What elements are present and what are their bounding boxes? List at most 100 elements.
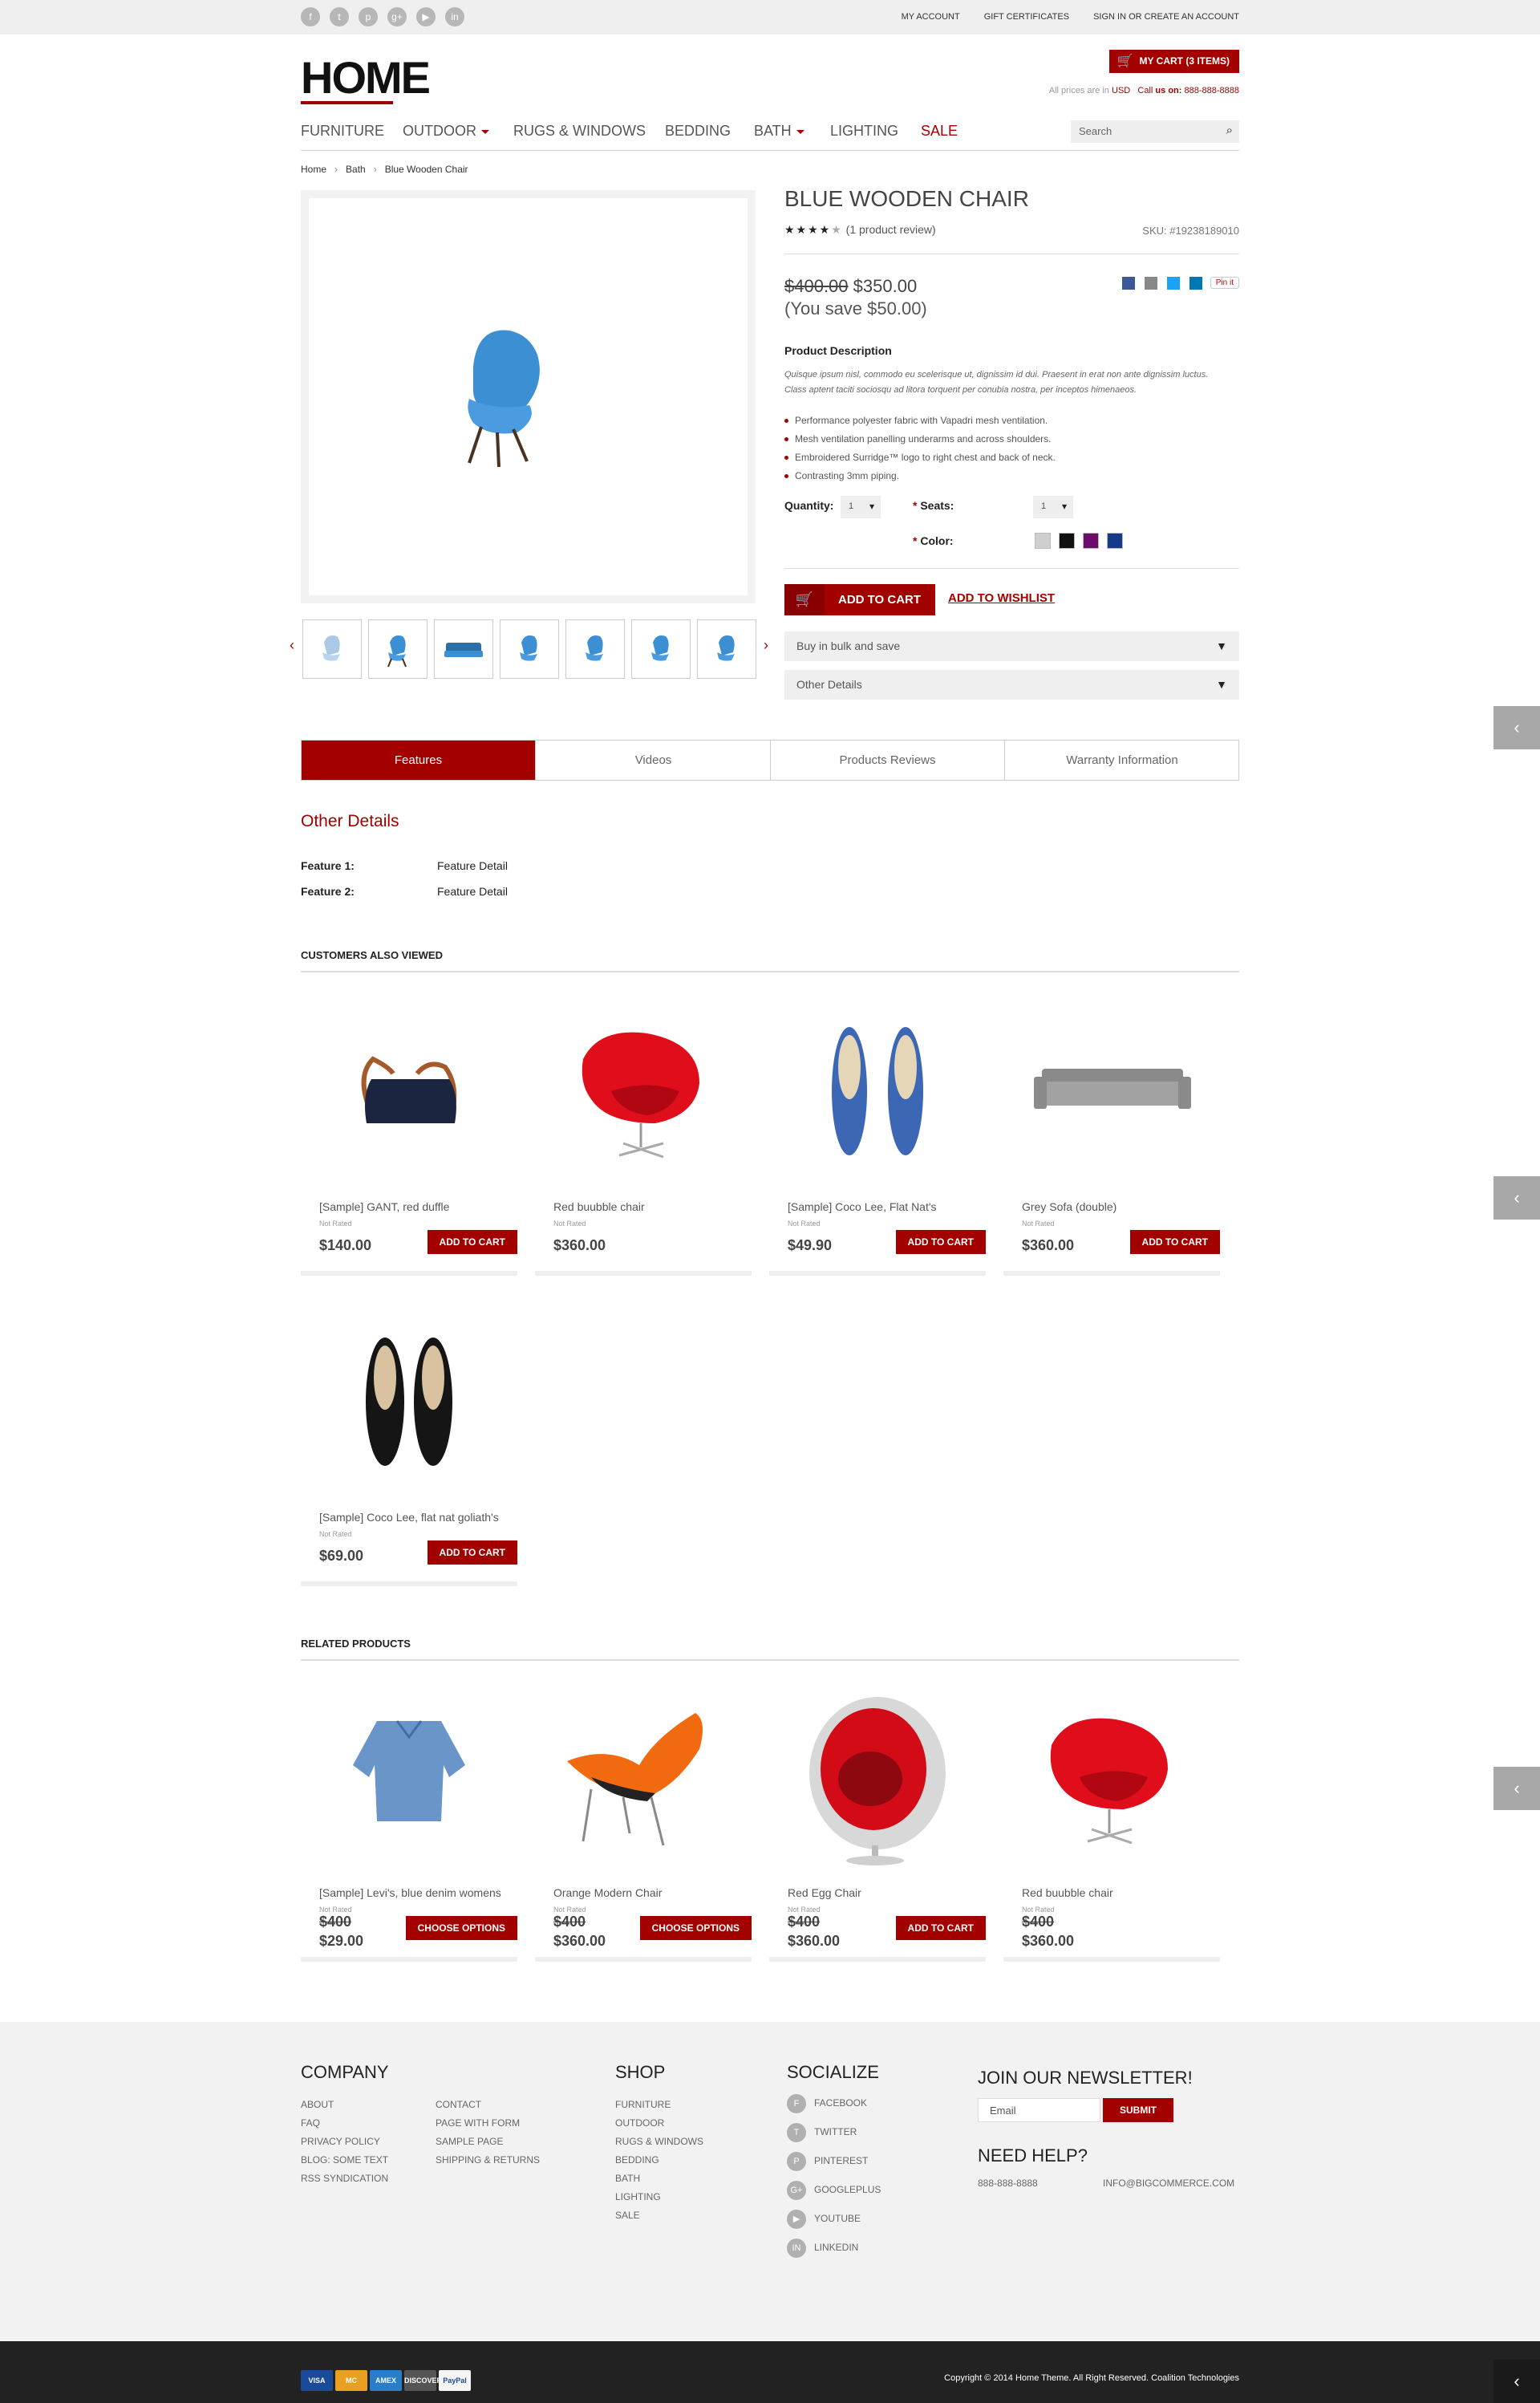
- product-name[interactable]: [Sample] GANT, red duffle: [319, 1200, 449, 1213]
- product-name[interactable]: Red buubble chair: [1022, 1886, 1113, 1899]
- side-slide-tab[interactable]: ‹: [1493, 2360, 1540, 2403]
- thumbnail[interactable]: [631, 619, 691, 679]
- thumbnail[interactable]: [302, 619, 362, 679]
- product-name[interactable]: Grey Sofa (double): [1022, 1200, 1116, 1213]
- thumbnail[interactable]: [697, 619, 756, 679]
- footer-linkedin-link[interactable]: in LINKEDIN: [787, 2239, 858, 2258]
- color-swatch-purple[interactable]: [1083, 533, 1099, 549]
- nav-lighting[interactable]: LIGHTING: [830, 123, 898, 140]
- help-phone[interactable]: 888-888-8888: [978, 2174, 1038, 2193]
- side-slide-tab[interactable]: ‹: [1493, 706, 1540, 749]
- product-card[interactable]: Red buubble chair Not Rated $360.00: [535, 1003, 752, 1276]
- add-to-cart-button[interactable]: ADD TO CART: [427, 1230, 517, 1254]
- accordion-other-details[interactable]: Other Details ▼: [784, 670, 1239, 700]
- add-to-cart-button[interactable]: ADD TO CART: [895, 1916, 986, 1940]
- nav-furniture[interactable]: FURNITURE: [301, 123, 384, 140]
- newsletter-email-input[interactable]: Email: [978, 2098, 1100, 2122]
- pinterest-pin-button[interactable]: Pin it: [1210, 277, 1239, 290]
- side-slide-tab[interactable]: ‹: [1493, 1176, 1540, 1220]
- nav-bath[interactable]: BATH: [754, 123, 804, 140]
- search-icon[interactable]: ⌕: [1226, 124, 1233, 137]
- search-input[interactable]: Search ⌕: [1071, 120, 1239, 143]
- footer-link[interactable]: LIGHTING: [615, 2188, 703, 2206]
- tab-features[interactable]: Features: [302, 741, 536, 780]
- add-to-wishlist-link[interactable]: ADD TO WISHLIST: [948, 591, 1055, 605]
- footer-link[interactable]: RSS SYNDICATION: [301, 2170, 388, 2188]
- footer-link[interactable]: PAGE WITH FORM: [436, 2114, 540, 2133]
- footer-link[interactable]: FURNITURE: [615, 2096, 703, 2114]
- quantity-select[interactable]: 1: [841, 496, 881, 518]
- product-name[interactable]: [Sample] Coco Lee, Flat Nat's: [788, 1200, 937, 1213]
- footer-twitter-link[interactable]: t TWITTER: [787, 2123, 857, 2142]
- thumbnail[interactable]: [368, 619, 428, 679]
- footer-link[interactable]: BATH: [615, 2170, 703, 2188]
- product-name[interactable]: Red Egg Chair: [788, 1886, 861, 1899]
- my-cart-button[interactable]: 🛒 MY CART (3 items): [1108, 50, 1239, 73]
- add-to-cart-button[interactable]: ADD TO CART: [895, 1230, 986, 1254]
- add-to-cart-button[interactable]: ADD TO CART: [427, 1540, 517, 1565]
- choose-options-button[interactable]: CHOOSE OPTIONS: [405, 1916, 517, 1940]
- footer-link[interactable]: SAMPLE PAGE: [436, 2133, 540, 2151]
- product-card[interactable]: [Sample] Coco Lee, flat nat goliath's No…: [301, 1313, 517, 1586]
- side-slide-tab[interactable]: ‹: [1493, 1767, 1540, 1810]
- product-main-image[interactable]: [301, 190, 756, 603]
- footer-link[interactable]: SHIPPING & RETURNS: [436, 2151, 540, 2170]
- tab-videos[interactable]: Videos: [537, 741, 771, 780]
- product-name[interactable]: [Sample] Levi's, blue denim womens: [319, 1886, 501, 1899]
- footer-pinterest-link[interactable]: p PINTEREST: [787, 2152, 868, 2171]
- product-rating[interactable]: ★★★★★ (1 product review): [784, 223, 936, 237]
- product-card[interactable]: Red buubble chair Not Rated $400 $360.00: [1003, 1689, 1220, 1962]
- footer-link[interactable]: ABOUT: [301, 2096, 388, 2114]
- thumb-next-icon[interactable]: ›: [764, 637, 768, 654]
- product-card[interactable]: Grey Sofa (double) Not Rated $360.00 ADD…: [1003, 1003, 1220, 1276]
- breadcrumb-bath[interactable]: Bath: [346, 164, 366, 175]
- product-card[interactable]: [Sample] Coco Lee, Flat Nat's Not Rated …: [769, 1003, 986, 1276]
- nav-bedding[interactable]: BEDDING: [665, 123, 731, 140]
- footer-googleplus-link[interactable]: g+ GOOGLEPLUS: [787, 2181, 881, 2200]
- nav-outdoor[interactable]: OUTDOOR: [403, 123, 489, 140]
- twitter-share-icon[interactable]: [1166, 276, 1180, 290]
- footer-link[interactable]: PRIVACY POLICY: [301, 2133, 388, 2151]
- color-swatch-blue[interactable]: [1107, 533, 1123, 549]
- facebook-share-icon[interactable]: [1121, 276, 1135, 290]
- chevron-left-icon: ‹: [1514, 1778, 1520, 1798]
- footer-link[interactable]: CONTACT: [436, 2096, 540, 2114]
- product-card[interactable]: Orange Modern Chair Not Rated $400 $360.0…: [535, 1689, 752, 1962]
- product-name[interactable]: [Sample] Coco Lee, flat nat goliath's: [319, 1511, 499, 1524]
- nav-sale[interactable]: SALE: [921, 123, 958, 140]
- email-share-icon[interactable]: [1144, 276, 1157, 290]
- help-email[interactable]: INFO@BIGCOMMERCE.COM: [1103, 2174, 1234, 2193]
- footer-link[interactable]: BLOG: SOME TEXT: [301, 2151, 388, 2170]
- footer-link[interactable]: OUTDOOR: [615, 2114, 703, 2133]
- product-card[interactable]: [Sample] Levi's, blue denim womens Not R…: [301, 1689, 517, 1962]
- linkedin-share-icon[interactable]: [1189, 276, 1202, 290]
- thumbnail[interactable]: [434, 619, 493, 679]
- breadcrumb-home[interactable]: Home: [301, 164, 326, 175]
- choose-options-button[interactable]: CHOOSE OPTIONS: [639, 1916, 752, 1940]
- thumbnail[interactable]: [500, 619, 559, 679]
- product-card[interactable]: [Sample] GANT, red duffle Not Rated $140…: [301, 1003, 517, 1276]
- product-name[interactable]: Orange Modern Chair: [553, 1886, 662, 1899]
- footer-link[interactable]: SALE: [615, 2206, 703, 2225]
- tab-warranty[interactable]: Warranty Information: [1005, 741, 1239, 780]
- footer-link[interactable]: BEDDING: [615, 2151, 703, 2170]
- color-swatch-black[interactable]: [1059, 533, 1075, 549]
- denim-shirt-image: [353, 1720, 465, 1821]
- accordion-bulk[interactable]: Buy in bulk and save ▼: [784, 631, 1239, 661]
- footer-link[interactable]: RUGS & WINDOWS: [615, 2133, 703, 2151]
- seats-select[interactable]: 1: [1033, 496, 1073, 518]
- thumbnail[interactable]: [565, 619, 625, 679]
- tab-reviews[interactable]: Products Reviews: [771, 741, 1005, 780]
- footer-facebook-link[interactable]: f FACEBOOK: [787, 2094, 867, 2113]
- nav-rugs-windows[interactable]: RUGS & WINDOWS: [513, 123, 646, 140]
- product-name[interactable]: Red buubble chair: [553, 1200, 645, 1213]
- product-card[interactable]: Red Egg Chair Not Rated $400 $360.00 ADD …: [769, 1689, 986, 1962]
- logo[interactable]: HOME: [301, 55, 431, 101]
- footer-youtube-link[interactable]: ▶ YOUTUBE: [787, 2210, 861, 2229]
- thumb-prev-icon[interactable]: ‹: [290, 637, 294, 654]
- add-to-cart-button[interactable]: ADD TO CART: [1129, 1230, 1220, 1254]
- add-to-cart-button[interactable]: 🛒 ADD TO CART: [784, 584, 935, 615]
- footer-link[interactable]: FAQ: [301, 2114, 388, 2133]
- color-swatch-grey[interactable]: [1035, 533, 1051, 549]
- newsletter-submit-button[interactable]: SUBMIT: [1103, 2098, 1173, 2122]
